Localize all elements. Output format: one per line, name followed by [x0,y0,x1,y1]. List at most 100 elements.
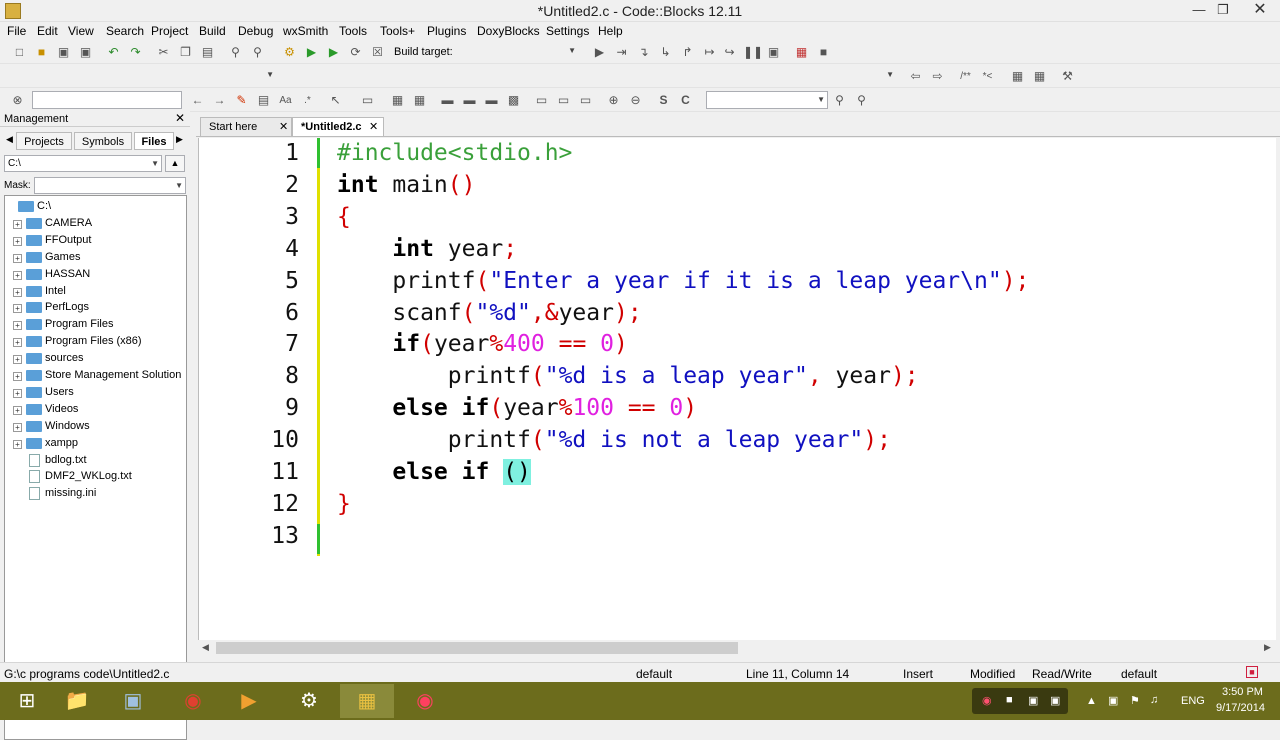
drive-select[interactable]: C:\ ▼ [4,155,162,172]
expand-icon[interactable]: + [13,304,22,314]
incremental-search-input[interactable] [32,91,182,109]
scrollbar-thumb[interactable] [216,642,738,654]
media-player-icon[interactable]: ▶ [222,684,276,718]
wrench-icon[interactable]: ⚒ [1060,69,1075,84]
search-zoom-icon[interactable]: ⚲ [832,93,847,108]
menu-edit[interactable]: Edit [37,24,58,38]
zoom-in-icon[interactable]: ⊕ [606,93,621,108]
build-gear-icon[interactable]: ⚙ [282,45,297,60]
menu-plugins[interactable]: Plugins [427,24,466,38]
menu-project[interactable]: Project [151,24,188,38]
match-case-icon[interactable]: Aa [278,93,293,108]
tray-volume-icon[interactable]: ♫ [1150,694,1158,706]
abort-icon[interactable]: ☒ [370,45,385,60]
record-camera-icon[interactable]: ▣ [1028,694,1038,707]
expand-icon[interactable]: + [13,270,22,280]
next-instruction-icon[interactable]: ↦ [702,45,717,60]
jump-forward-icon[interactable]: ⇨ [930,69,945,84]
image-icon[interactable]: ▦ [390,93,405,108]
cut-icon[interactable]: ✂ [156,45,171,60]
settings-gear-icon[interactable]: ⚙ [282,684,336,718]
menu-view[interactable]: View [68,24,94,38]
menu-settings[interactable]: Settings [546,24,589,38]
parent-folder-button[interactable]: ▲ [165,155,185,172]
close-tab-icon[interactable]: ✕ [369,118,378,136]
tab-untitled2[interactable]: *Untitled2.c ✕ [292,117,384,136]
scroll-right-icon[interactable]: ▶ [1264,642,1271,653]
stop-debug-icon[interactable]: ▣ [766,45,781,60]
doxy-run-icon[interactable]: ▦ [1032,69,1047,84]
open-file-icon[interactable]: ■ [34,45,49,60]
block-comment-icon[interactable]: /** [958,69,973,84]
tray-expand-icon[interactable]: ▲ [1086,695,1097,707]
record-pause-icon[interactable]: ◉ [982,694,992,707]
pause-icon[interactable]: ❚❚ [743,45,763,60]
run-icon[interactable]: ▶ [304,45,319,60]
close-icon[interactable]: ✕ [1240,0,1280,22]
close-tab-icon[interactable]: ✕ [279,118,288,136]
tab-symbols[interactable]: Symbols [74,132,132,150]
record-indicator-icon[interactable]: ■ [1246,666,1258,678]
start-windows-icon[interactable]: ⊞ [0,684,54,718]
regex-icon[interactable]: .* [300,93,315,108]
zoom-select[interactable]: ▼ [706,91,828,109]
shape-c-icon[interactable]: ▬ [484,93,499,108]
search-tool-icon[interactable]: ⚲ [854,93,869,108]
expand-icon[interactable]: + [13,253,22,263]
tab-scroll-left-icon[interactable]: ◀ [6,134,13,145]
menu-tools-plus[interactable]: Tools+ [380,24,415,38]
rectangle-icon[interactable]: ▭ [360,93,375,108]
menu-file[interactable]: File [7,24,26,38]
shape-d-icon[interactable]: ▩ [506,93,521,108]
expand-icon[interactable]: + [13,355,22,365]
frame-b-icon[interactable]: ▭ [556,93,571,108]
step-instruction-icon[interactable]: ↪ [722,45,737,60]
step-out-icon[interactable]: ↱ [680,45,695,60]
scope-select[interactable]: ▼ [4,67,276,85]
edit-shape-icon[interactable]: ▦ [412,93,427,108]
build-target-select[interactable]: ▼ [392,43,578,61]
build-run-icon[interactable]: ▶ [326,45,341,60]
next-line-icon[interactable]: ↴ [636,45,651,60]
file-explorer-icon[interactable]: 📁 [50,684,104,718]
menu-doxyblocks[interactable]: DoxyBlocks [477,24,540,38]
expand-icon[interactable]: + [13,388,22,398]
step-into-icon[interactable]: ↳ [658,45,673,60]
tab-files[interactable]: Files [134,132,174,150]
expand-icon[interactable]: + [13,422,22,432]
forward-arrow-icon[interactable]: → [212,93,227,108]
clear-search-icon[interactable]: ⊗ [10,93,25,108]
menu-debug[interactable]: Debug [238,24,273,38]
save-all-icon[interactable]: ▣ [78,45,93,60]
copy-icon[interactable]: ❐ [178,45,193,60]
expand-icon[interactable]: + [13,372,22,381]
expand-icon[interactable]: + [13,219,22,229]
scroll-left-icon[interactable]: ◀ [202,642,209,653]
save-icon[interactable]: ▣ [56,45,71,60]
tab-scroll-right-icon[interactable]: ▶ [176,134,183,145]
expand-icon[interactable]: + [13,287,22,297]
expand-icon[interactable]: + [13,338,22,348]
select-text-icon[interactable]: ▤ [256,93,271,108]
shape-a-icon[interactable]: ▬ [440,93,455,108]
zoom-out-icon[interactable]: ⊖ [628,93,643,108]
new-file-icon[interactable]: □ [12,45,27,60]
clock-date[interactable]: 9/17/2014 [1216,702,1265,714]
language-indicator[interactable]: ENG [1181,695,1205,707]
menu-tools[interactable]: Tools [339,24,367,38]
pointer-icon[interactable]: ↖ [328,93,343,108]
debug-windows-icon[interactable]: ▦ [794,45,809,60]
c-icon[interactable]: C [678,93,693,108]
rebuild-icon[interactable]: ⟳ [348,45,363,60]
undo-icon[interactable]: ↶ [106,45,121,60]
find-icon[interactable]: ⚲ [228,45,243,60]
menu-search[interactable]: Search [106,24,144,38]
frame-a-icon[interactable]: ▭ [534,93,549,108]
menu-build[interactable]: Build [199,24,226,38]
highlight-icon[interactable]: ✎ [234,93,249,108]
paste-icon[interactable]: ▤ [200,45,215,60]
expand-icon[interactable]: + [13,236,22,246]
debug-run-icon[interactable]: ▶ [592,45,607,60]
doxy-config-icon[interactable]: ▦ [1010,69,1025,84]
record-screen-icon[interactable]: ▣ [1050,694,1060,707]
